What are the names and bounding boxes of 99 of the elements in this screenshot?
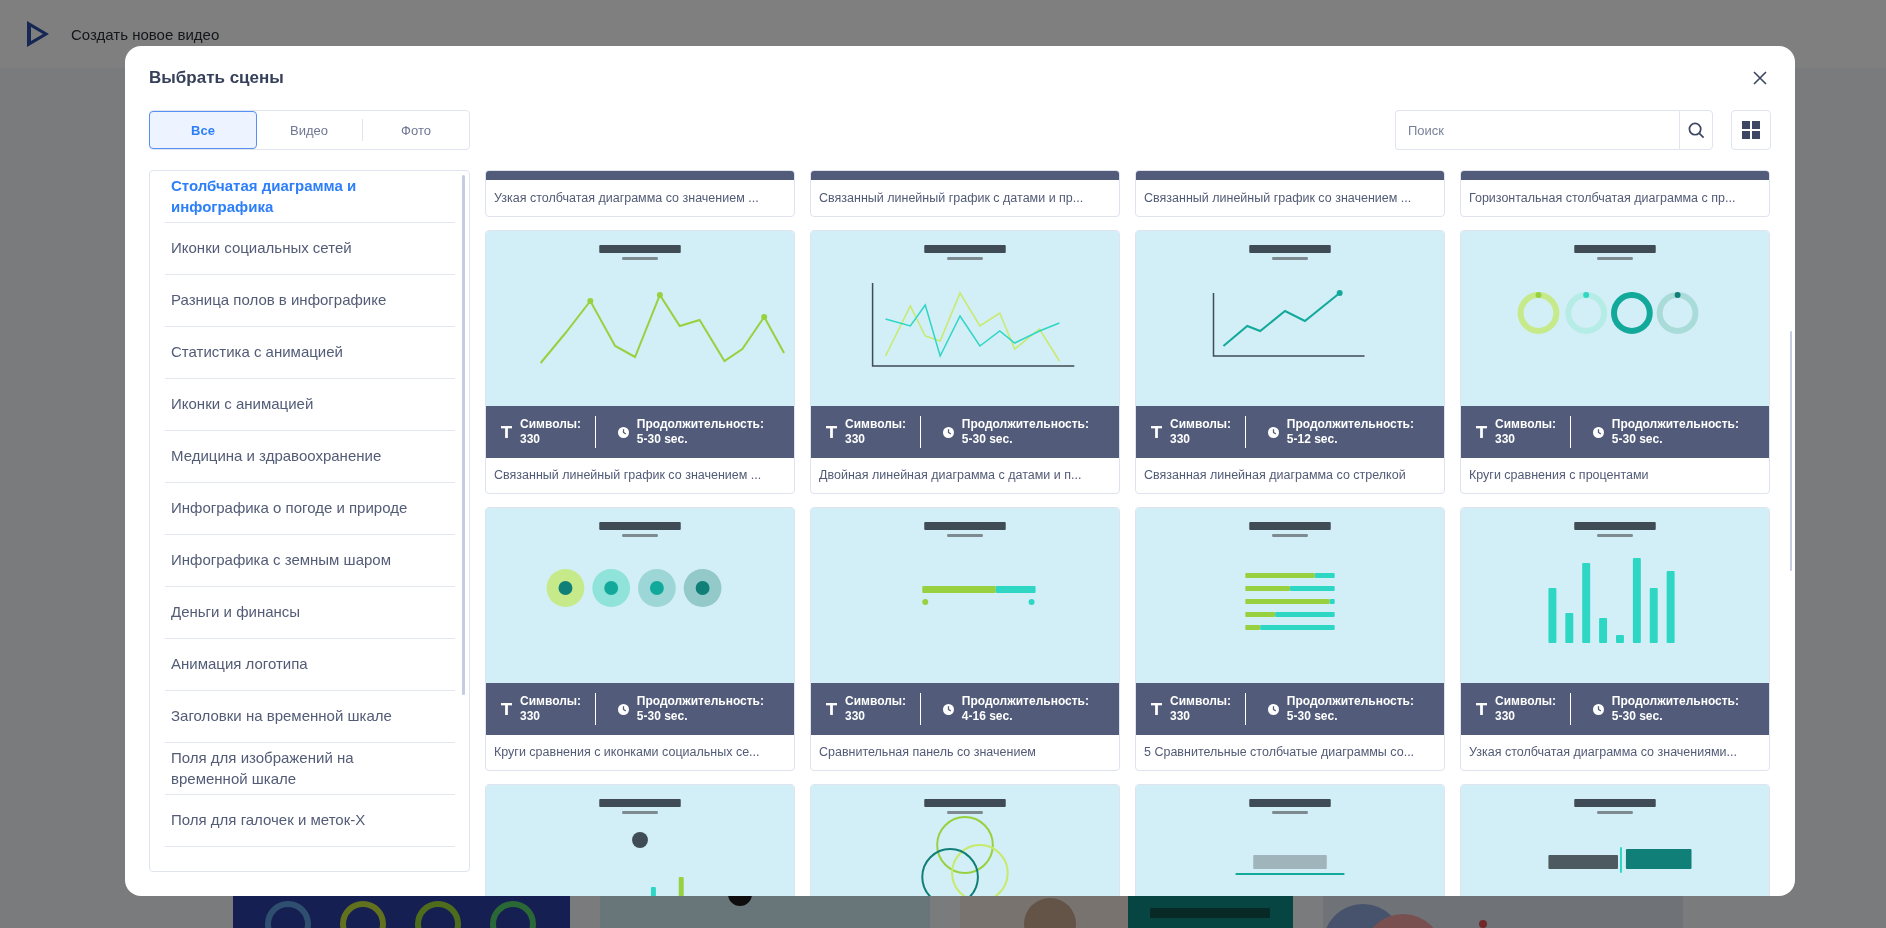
symbols-label: Символы: xyxy=(845,417,907,432)
scene-card[interactable]: Символы: 330 Продолжительность: 5-30 sec. Круги сравнения с иконками социальных се... xyxy=(485,507,795,771)
scene-card[interactable]: Символы: 330 Продолжительность: 5-30 sec. 5 Сравнительные столбчатые диаграммы со... xyxy=(1135,507,1445,771)
duration-label: Продолжительность: xyxy=(961,417,1089,432)
scene-title: Связанная линейная диаграмма со стрелкой xyxy=(1143,467,1407,484)
scene-card[interactable]: Символы: 330 Продолжительность: 5-30 sec. Двойная линейная диаграмма с датами и п... xyxy=(810,230,1120,494)
scrollbar[interactable] xyxy=(1790,331,1792,571)
clock-icon xyxy=(942,426,954,438)
search-button[interactable] xyxy=(1679,110,1713,150)
duration-label: Продолжительность: xyxy=(1611,417,1739,432)
clock-icon xyxy=(617,426,629,438)
symbols-count: 330 xyxy=(1170,432,1192,447)
scene-title: Круги сравнения с процентами xyxy=(1468,467,1650,484)
category-item[interactable]: Медицина и здравоохранение xyxy=(165,431,455,483)
scene-title: Узкая столбчатая диаграмма со значениями... xyxy=(1468,744,1738,761)
clock-icon xyxy=(1267,426,1279,438)
category-item[interactable]: Инфографика с земным шаром xyxy=(165,535,455,587)
scene-title: Связанный линейный график со значением ... xyxy=(493,467,763,484)
scene-title: 5 Сравнительные столбчатые диаграммы со... xyxy=(1143,744,1416,761)
scene-title: Связанный линейный график со значением ... xyxy=(1143,190,1413,207)
duration-value: 4-16 sec. xyxy=(961,709,1014,724)
scrollbar[interactable] xyxy=(462,175,465,695)
symbols-count: 330 xyxy=(1170,709,1192,724)
duration-value: 5-30 sec. xyxy=(636,432,689,447)
grid-icon xyxy=(1742,121,1760,139)
category-item[interactable]: Деньги и финансы xyxy=(165,587,455,639)
text-icon xyxy=(501,703,512,715)
text-icon xyxy=(1151,703,1162,715)
text-icon xyxy=(1476,426,1487,438)
text-icon xyxy=(826,703,837,715)
text-icon xyxy=(826,426,837,438)
dialog-title: Выбрать сцены xyxy=(149,68,284,88)
symbols-count: 330 xyxy=(520,432,542,447)
search-icon xyxy=(1687,121,1705,139)
search-field[interactable]: Поиск xyxy=(1395,110,1679,150)
category-item[interactable]: Инфографика о погоде и природе xyxy=(165,483,455,535)
category-item[interactable]: Иконки социальных сетей xyxy=(165,223,455,275)
symbols-label: Символы: xyxy=(520,694,582,709)
tab[interactable]: Видео xyxy=(255,111,363,149)
text-icon xyxy=(501,426,512,438)
symbols-label: Символы: xyxy=(1495,417,1557,432)
tab[interactable]: Фото xyxy=(362,111,470,149)
scene-title: Узкая столбчатая диаграмма со значением ... xyxy=(493,190,760,207)
symbols-count: 330 xyxy=(845,709,867,724)
duration-value: 5-30 sec. xyxy=(1286,709,1339,724)
duration-value: 5-30 sec. xyxy=(1611,709,1664,724)
duration-label: Продолжительность: xyxy=(961,694,1089,709)
symbols-count: 330 xyxy=(845,432,867,447)
clock-icon xyxy=(1592,426,1604,438)
duration-label: Продолжительность: xyxy=(1286,694,1414,709)
scene-card[interactable]: Связанный линейный график со значением ... xyxy=(1135,170,1445,217)
scene-card[interactable]: Символы: 330 Продолжительность: 5-12 sec. Связанная линейная диаграмма со стрелкой xyxy=(1135,230,1445,494)
symbols-count: 330 xyxy=(1495,709,1517,724)
category-item[interactable]: Разница полов в инфографике xyxy=(165,275,455,327)
scene-title: Связанный линейный график с датами и пр... xyxy=(818,190,1085,207)
duration-label: Продолжительность: xyxy=(1286,417,1414,432)
scene-card[interactable]: Узкая столбчатая диаграмма со значением ... xyxy=(485,170,795,217)
symbols-label: Символы: xyxy=(520,417,582,432)
duration-label: Продолжительность: xyxy=(636,417,764,432)
text-icon xyxy=(1476,703,1487,715)
category-item[interactable]: Столбчатая диаграмма и инфографика xyxy=(165,171,455,223)
play-logo-icon[interactable] xyxy=(25,19,51,49)
scene-card[interactable]: Символы: 330 Продолжительность: 5-30 sec. Связанный линейный график со значением ... xyxy=(485,230,795,494)
symbols-label: Символы: xyxy=(1170,694,1232,709)
text-icon xyxy=(1151,426,1162,438)
category-item[interactable]: Заголовки на временной шкале xyxy=(165,691,455,743)
duration-value: 5-30 sec. xyxy=(961,432,1014,447)
scene-title: Сравнительная панель со значением xyxy=(818,744,1037,761)
clock-icon xyxy=(1592,703,1604,715)
scene-card[interactable]: Символы: 330 Продолжительность: 5-30 sec. Узкая столбчатая диаграмма со значениями... xyxy=(1460,507,1770,771)
scene-card[interactable]: Символы: 330 Продолжительность: 4-16 sec. Сравнительная панель со значением xyxy=(810,507,1120,771)
scene-title: Круги сравнения с иконками социальных се... xyxy=(493,744,761,761)
category-item[interactable]: Иконки с анимацией xyxy=(165,379,455,431)
duration-label: Продолжительность: xyxy=(1611,694,1739,709)
scene-title: Двойная линейная диаграмма с датами и п... xyxy=(818,467,1083,484)
symbols-label: Символы: xyxy=(1495,694,1557,709)
scene-card[interactable]: Горизонтальная столбчатая диаграмма с пр... xyxy=(1460,170,1770,217)
scene-card[interactable]: Символы: 330 Продолжительность: 5-30 sec. Круги сравнения с процентами xyxy=(1460,230,1770,494)
category-item[interactable]: Поля для галочек и меток-X xyxy=(165,795,455,847)
scene-card[interactable]: Связанный линейный график с датами и пр... xyxy=(810,170,1120,217)
duration-value: 5-30 sec. xyxy=(1611,432,1664,447)
symbols-count: 330 xyxy=(1495,432,1517,447)
page-title: Создать новое видео xyxy=(71,25,220,43)
category-item[interactable]: Анимация логотипа xyxy=(165,639,455,691)
duration-value: 5-30 sec. xyxy=(636,709,689,724)
close-icon xyxy=(1753,71,1767,85)
clock-icon xyxy=(1267,703,1279,715)
duration-label: Продолжительность: xyxy=(636,694,764,709)
duration-value: 5-12 sec. xyxy=(1286,432,1339,447)
close-button[interactable] xyxy=(1751,69,1769,87)
category-item[interactable]: Статистика с анимацией xyxy=(165,327,455,379)
symbols-label: Символы: xyxy=(1170,417,1232,432)
symbols-label: Символы: xyxy=(845,694,907,709)
clock-icon xyxy=(942,703,954,715)
grid-view-button[interactable] xyxy=(1731,110,1771,150)
symbols-count: 330 xyxy=(520,709,542,724)
scene-title: Горизонтальная столбчатая диаграмма с пр... xyxy=(1468,190,1737,207)
category-item[interactable]: Поля для изображений на временной шкале xyxy=(165,743,455,795)
clock-icon xyxy=(617,703,629,715)
